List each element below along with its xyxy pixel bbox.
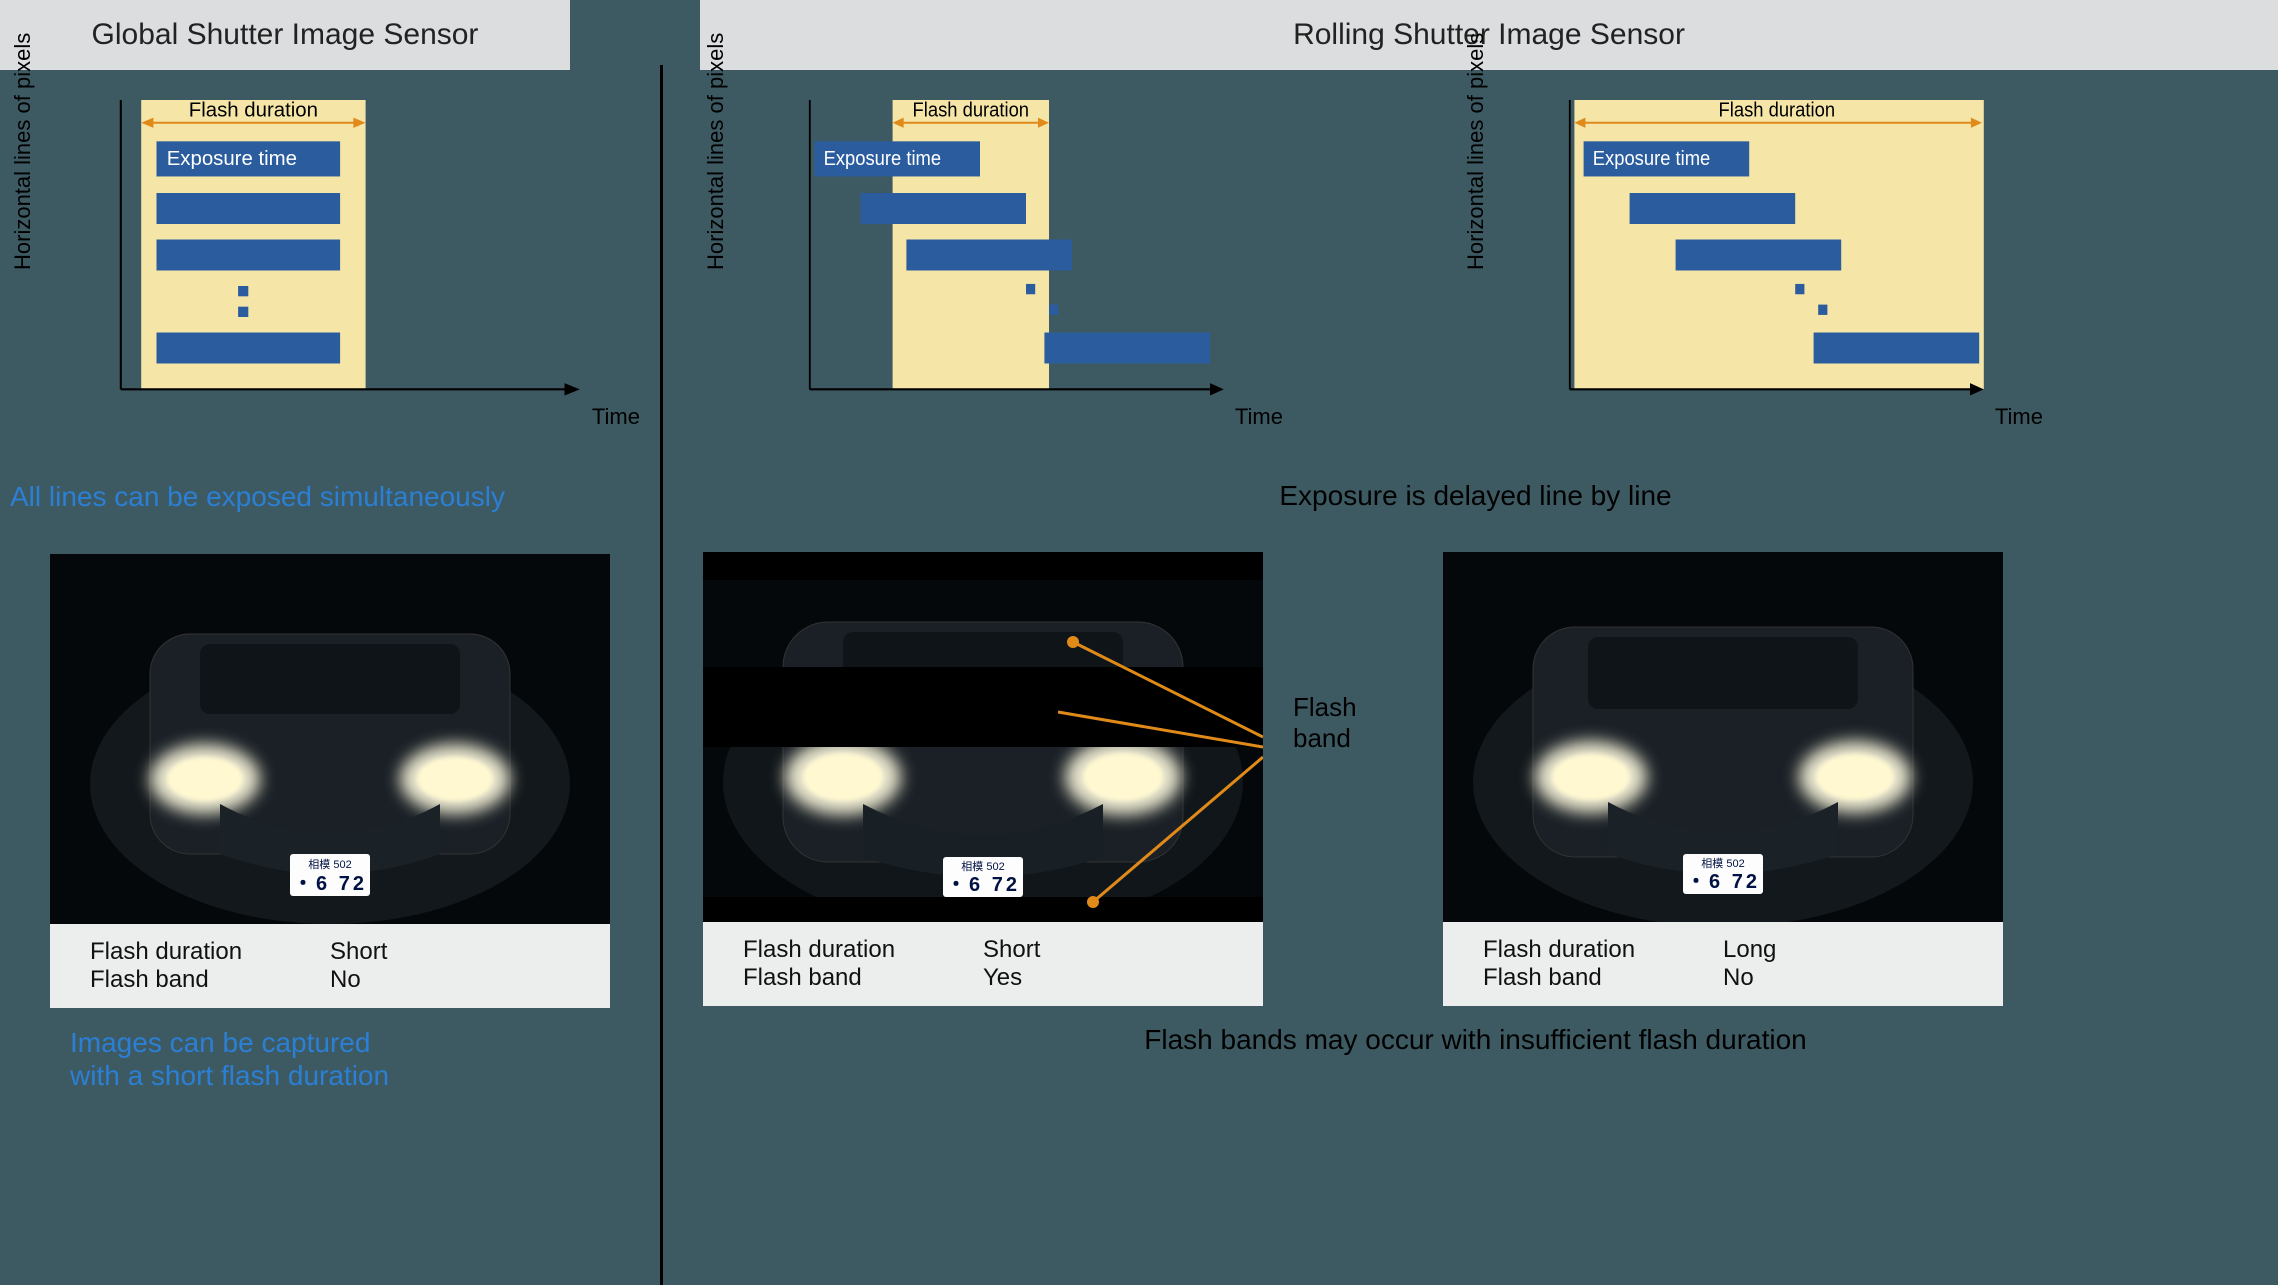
info-val-fb-0: No	[330, 966, 361, 994]
rolling-short-chart: Horizontal lines of pixels Flash duratio…	[703, 100, 1263, 470]
header-rolling-text: Rolling Shutter Image Sensor	[1293, 18, 1685, 52]
header-global: Global Shutter Image Sensor	[0, 0, 570, 70]
plate-top-1: 相模 502	[961, 860, 1004, 873]
global-column: Horizontal lines of pixels Flash duratio…	[0, 70, 660, 1285]
flash-dur-label-2: Flash duration	[1719, 100, 1835, 122]
ylabel-global: Horizontal lines of pixels	[10, 33, 36, 270]
ylabel-2: Horizontal lines of pixels	[1463, 33, 1489, 270]
info-key-fb-2: Flash band	[1483, 964, 1723, 992]
rolling-short-info: Flash duration Short Flash band Yes	[703, 922, 1263, 1006]
global-summary: Images can be captured with a short flas…	[70, 1026, 620, 1093]
exp-label-1: Exposure time	[824, 147, 941, 170]
rolling-short-photo: 相模 502 ・6 72	[703, 552, 1263, 922]
xlabel-2: Time	[1995, 404, 2043, 430]
rolling-long-photo: 相模 502 ・6 72	[1443, 552, 2003, 922]
exp-label-0: Exposure time	[167, 147, 297, 170]
info-val-fd-0: Short	[330, 938, 387, 966]
rolling-column: Horizontal lines of pixels Flash duratio…	[663, 70, 2278, 1285]
flash-band-annotation: Flash band	[1293, 552, 1413, 754]
plate-top-2: 相模 502	[1701, 857, 1744, 870]
plate-bottom-1: ・6 72	[946, 874, 1020, 896]
header-gap	[570, 0, 700, 70]
info-val-fb-2: No	[1723, 964, 1754, 992]
plate-bottom-2: ・6 72	[1686, 871, 1760, 893]
flash-dur-label-0: Flash duration	[189, 100, 318, 122]
info-val-fd-2: Long	[1723, 936, 1776, 964]
ylabel-1: Horizontal lines of pixels	[703, 33, 729, 270]
info-key-fd-0: Flash duration	[90, 938, 330, 966]
info-key-fd-1: Flash duration	[743, 936, 983, 964]
info-val-fb-1: Yes	[983, 964, 1022, 992]
info-val-fd-1: Short	[983, 936, 1040, 964]
header-global-text: Global Shutter Image Sensor	[92, 18, 479, 52]
rolling-summary: Flash bands may occur with insufficient …	[703, 1024, 2248, 1056]
flash-dur-label-1: Flash duration	[913, 100, 1029, 122]
header-rolling: Rolling Shutter Image Sensor	[700, 0, 2278, 70]
exp-label-2: Exposure time	[1593, 147, 1710, 170]
rolling-long-chart: Horizontal lines of pixels Flash duratio…	[1463, 100, 2023, 470]
rolling-caption: Exposure is delayed line by line	[703, 480, 2248, 512]
info-key-fd-2: Flash duration	[1483, 936, 1723, 964]
global-timing-chart: Horizontal lines of pixels Flash duratio…	[10, 100, 620, 470]
xlabel-global: Time	[592, 404, 640, 430]
rolling-long-info: Flash duration Long Flash band No	[1443, 922, 2003, 1006]
global-photo: 相模 502 ・6 72	[50, 554, 610, 924]
global-caption: All lines can be exposed simultaneously	[10, 480, 620, 514]
info-key-fb-0: Flash band	[90, 966, 330, 994]
plate-top-0: 相模 502	[308, 858, 351, 871]
xlabel-1: Time	[1235, 404, 1283, 430]
info-key-fb-1: Flash band	[743, 964, 983, 992]
global-info-box: Flash duration Short Flash band No	[50, 924, 610, 1008]
plate-bottom-0: ・6 72	[293, 873, 367, 895]
